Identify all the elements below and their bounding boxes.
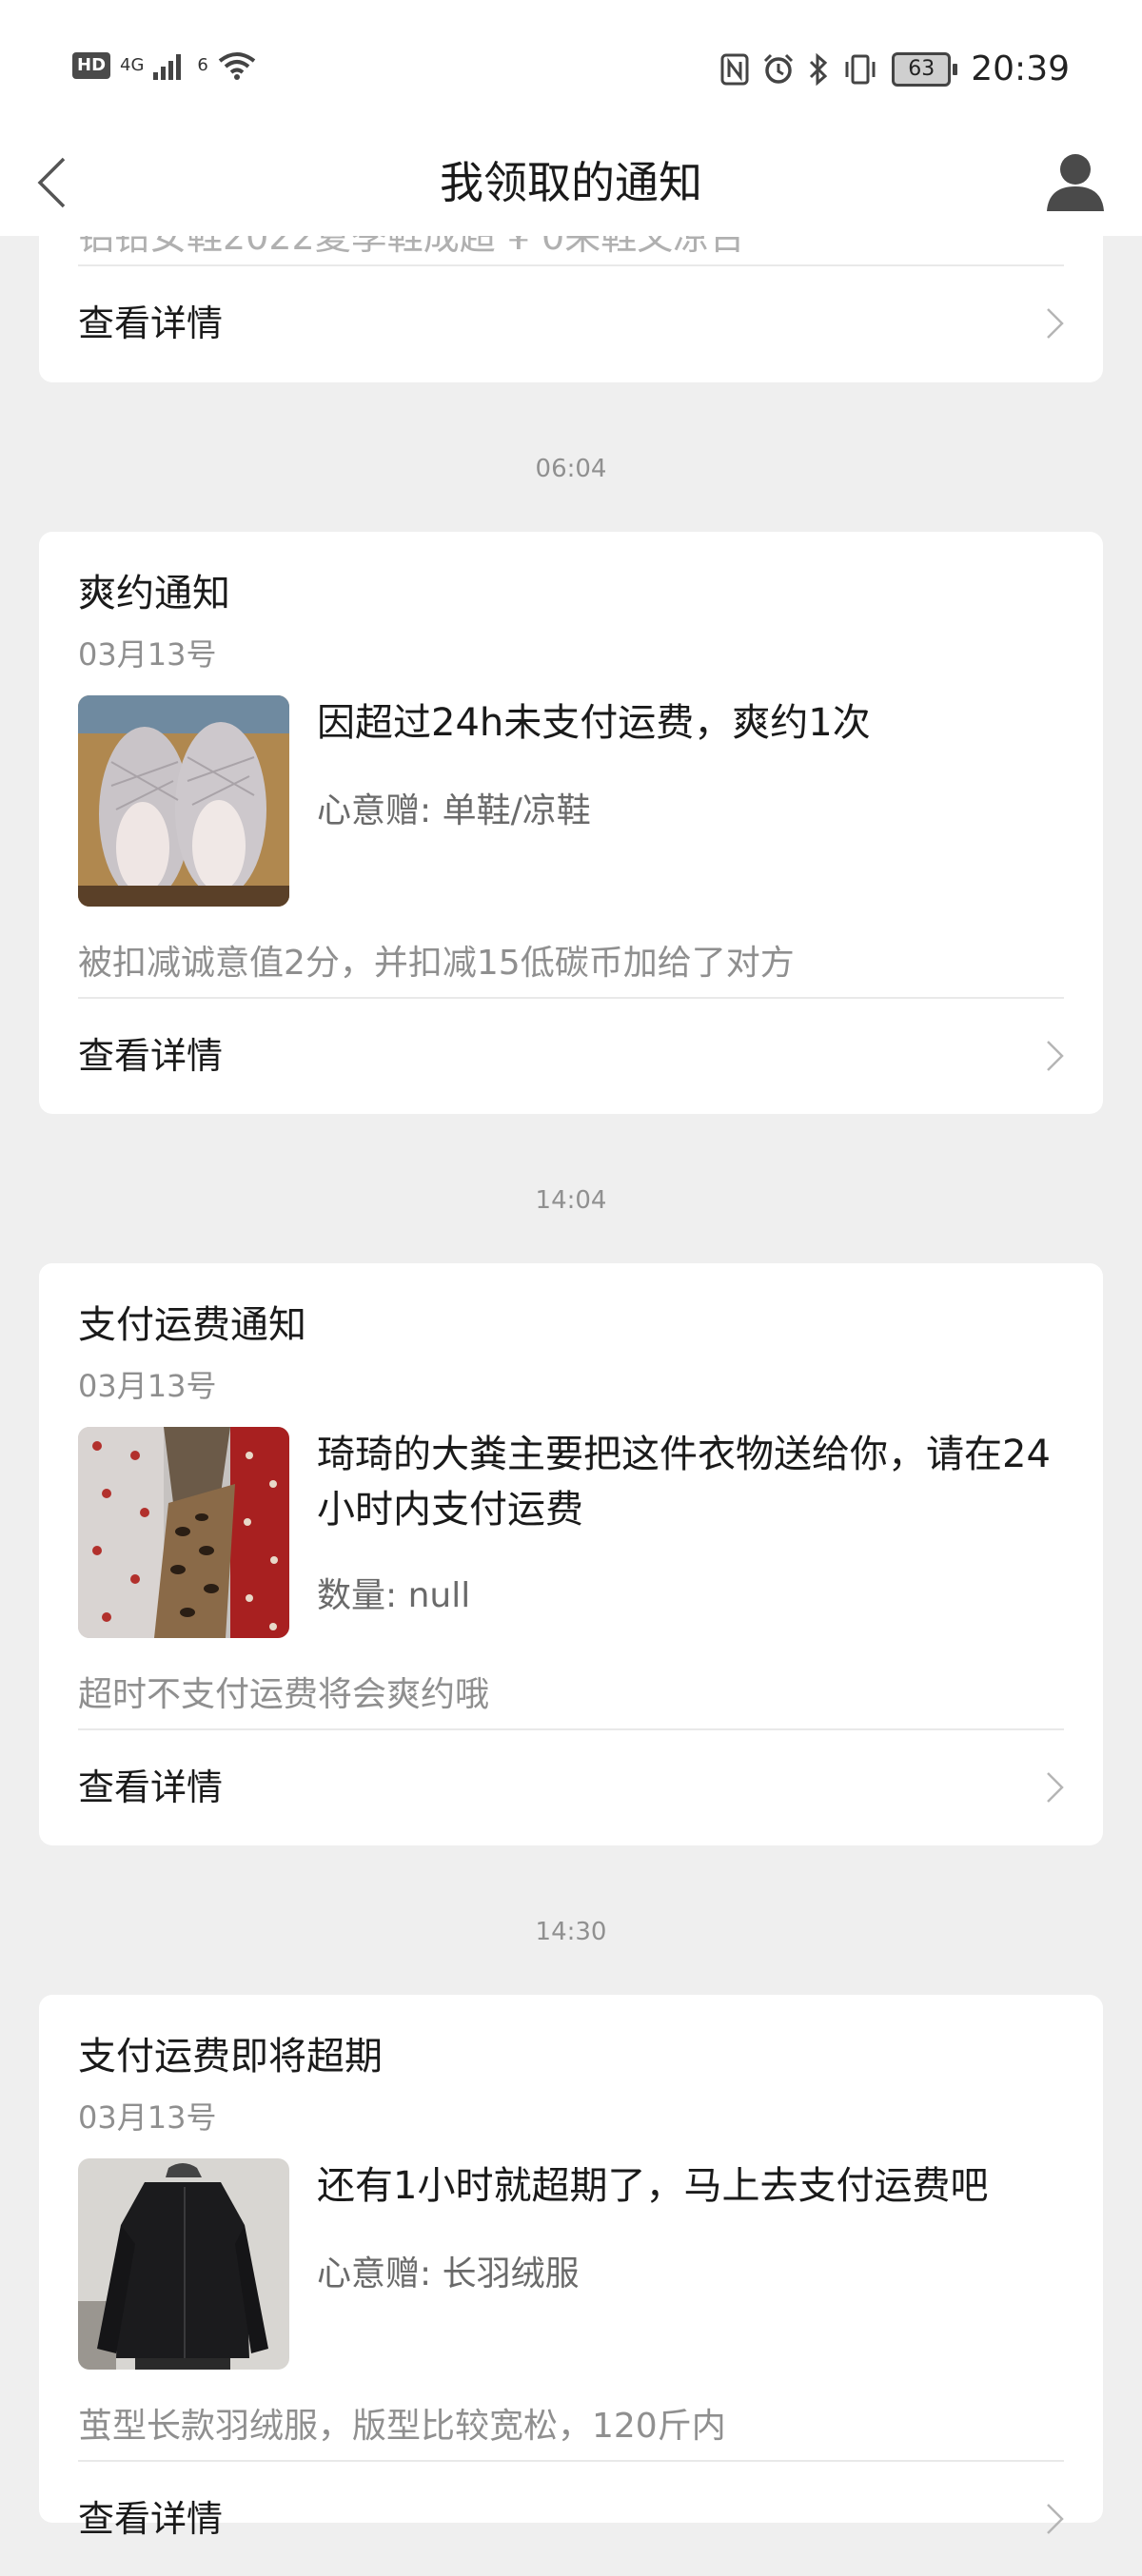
status-bar-right: 63 20:39 [720,49,1070,88]
timestamp: 14:30 [535,1918,607,1946]
view-details-row[interactable]: 查看详情 [39,999,1103,1113]
item-thumbnail-coat[interactable] [78,2158,289,2370]
notification-date: 03月13号 [78,636,217,673]
view-details-row[interactable]: 查看详情 [39,1730,1103,1844]
clock: 20:39 [971,49,1070,88]
coat-image [78,2158,289,2370]
battery-level: 63 [892,51,952,87]
page-title: 我领取的通知 [440,157,702,208]
view-details-label: 查看详情 [78,2498,224,2540]
wifi-standard-label: 6 [197,55,208,75]
wifi-icon [218,52,256,80]
quantity-text: 数量: null [317,1576,471,1615]
gift-item-name: 心意赠: 单鞋/凉鞋 [317,791,591,830]
notification-date: 03月13号 [78,2099,217,2136]
notification-message: 琦琦的大粪主要把这件衣物送给你，请在24小时内支付运费 [317,1433,1051,1532]
chevron-right-icon [1047,2504,1064,2534]
view-details-label: 查看详情 [78,302,224,344]
notification-note: 被扣减诚意值2分，并扣减15低碳币加给了对方 [78,944,795,983]
hd-badge: HD [72,52,111,79]
chevron-right-icon [1047,1772,1064,1803]
user-icon [1047,154,1104,211]
notification-title: 爽约通知 [78,572,230,615]
notification-message: 还有1小时就超期了，马上去支付运费吧 [317,2164,989,2208]
profile-button[interactable] [1037,139,1113,224]
nav-header: 我领取的通知 [0,129,1142,236]
notification-card[interactable]: 爽约通知 03月13号 因超过24h未支付运费，爽约1次 心意赠: 单鞋/凉鞋 … [39,532,1103,1114]
chevron-right-icon [1047,1041,1064,1071]
battery-tip [953,63,958,75]
nfc-icon [720,53,749,85]
status-bar-left: HD 4G 6 [72,51,256,80]
gift-item-name: 心意赠: 长羽绒服 [317,2254,580,2293]
network-type-label: 4G [120,55,145,75]
vibrate-icon [845,54,876,84]
view-details-label: 查看详情 [78,1035,224,1077]
clothing-image [78,1427,289,1638]
notification-card[interactable]: 支付运费通知 03月13号 琦琦的大粪主要把这件衣物送给你，请在24小时内支付运… [39,1263,1103,1845]
notification-message: 因超过24h未支付运费，爽约1次 [317,701,871,745]
alarm-icon [764,53,794,84]
item-thumbnail-clothing[interactable] [78,1427,289,1638]
timestamp: 06:04 [535,455,607,483]
cellular-signal-icon [153,54,182,80]
chevron-right-icon [1047,308,1064,339]
item-thumbnail-shoes[interactable] [78,695,289,907]
status-bar: HD 4G 6 63 20:39 [0,0,1142,129]
view-details-row[interactable]: 查看详情 [39,2462,1103,2576]
notification-title: 支付运费通知 [78,1303,306,1347]
bluetooth-icon [810,52,828,86]
notification-title: 支付运费即将超期 [78,2035,383,2078]
notification-card[interactable]: 支付运费即将超期 03月13号 还有1小时就超期了，马上去支付运费吧 心意赠: … [39,1995,1103,2540]
view-details-row[interactable]: 查看详情 [39,266,1103,381]
view-details-label: 查看详情 [78,1766,224,1808]
battery-indicator: 63 [892,51,958,87]
shoes-image [78,695,289,907]
timestamp: 14:04 [535,1186,607,1215]
notification-date: 03月13号 [78,1368,217,1404]
notification-note: 茧型长款羽绒服，版型比较宽松，120斤内 [78,2407,726,2446]
notification-note: 超时不支付运费将会爽约哦 [78,1675,490,1714]
